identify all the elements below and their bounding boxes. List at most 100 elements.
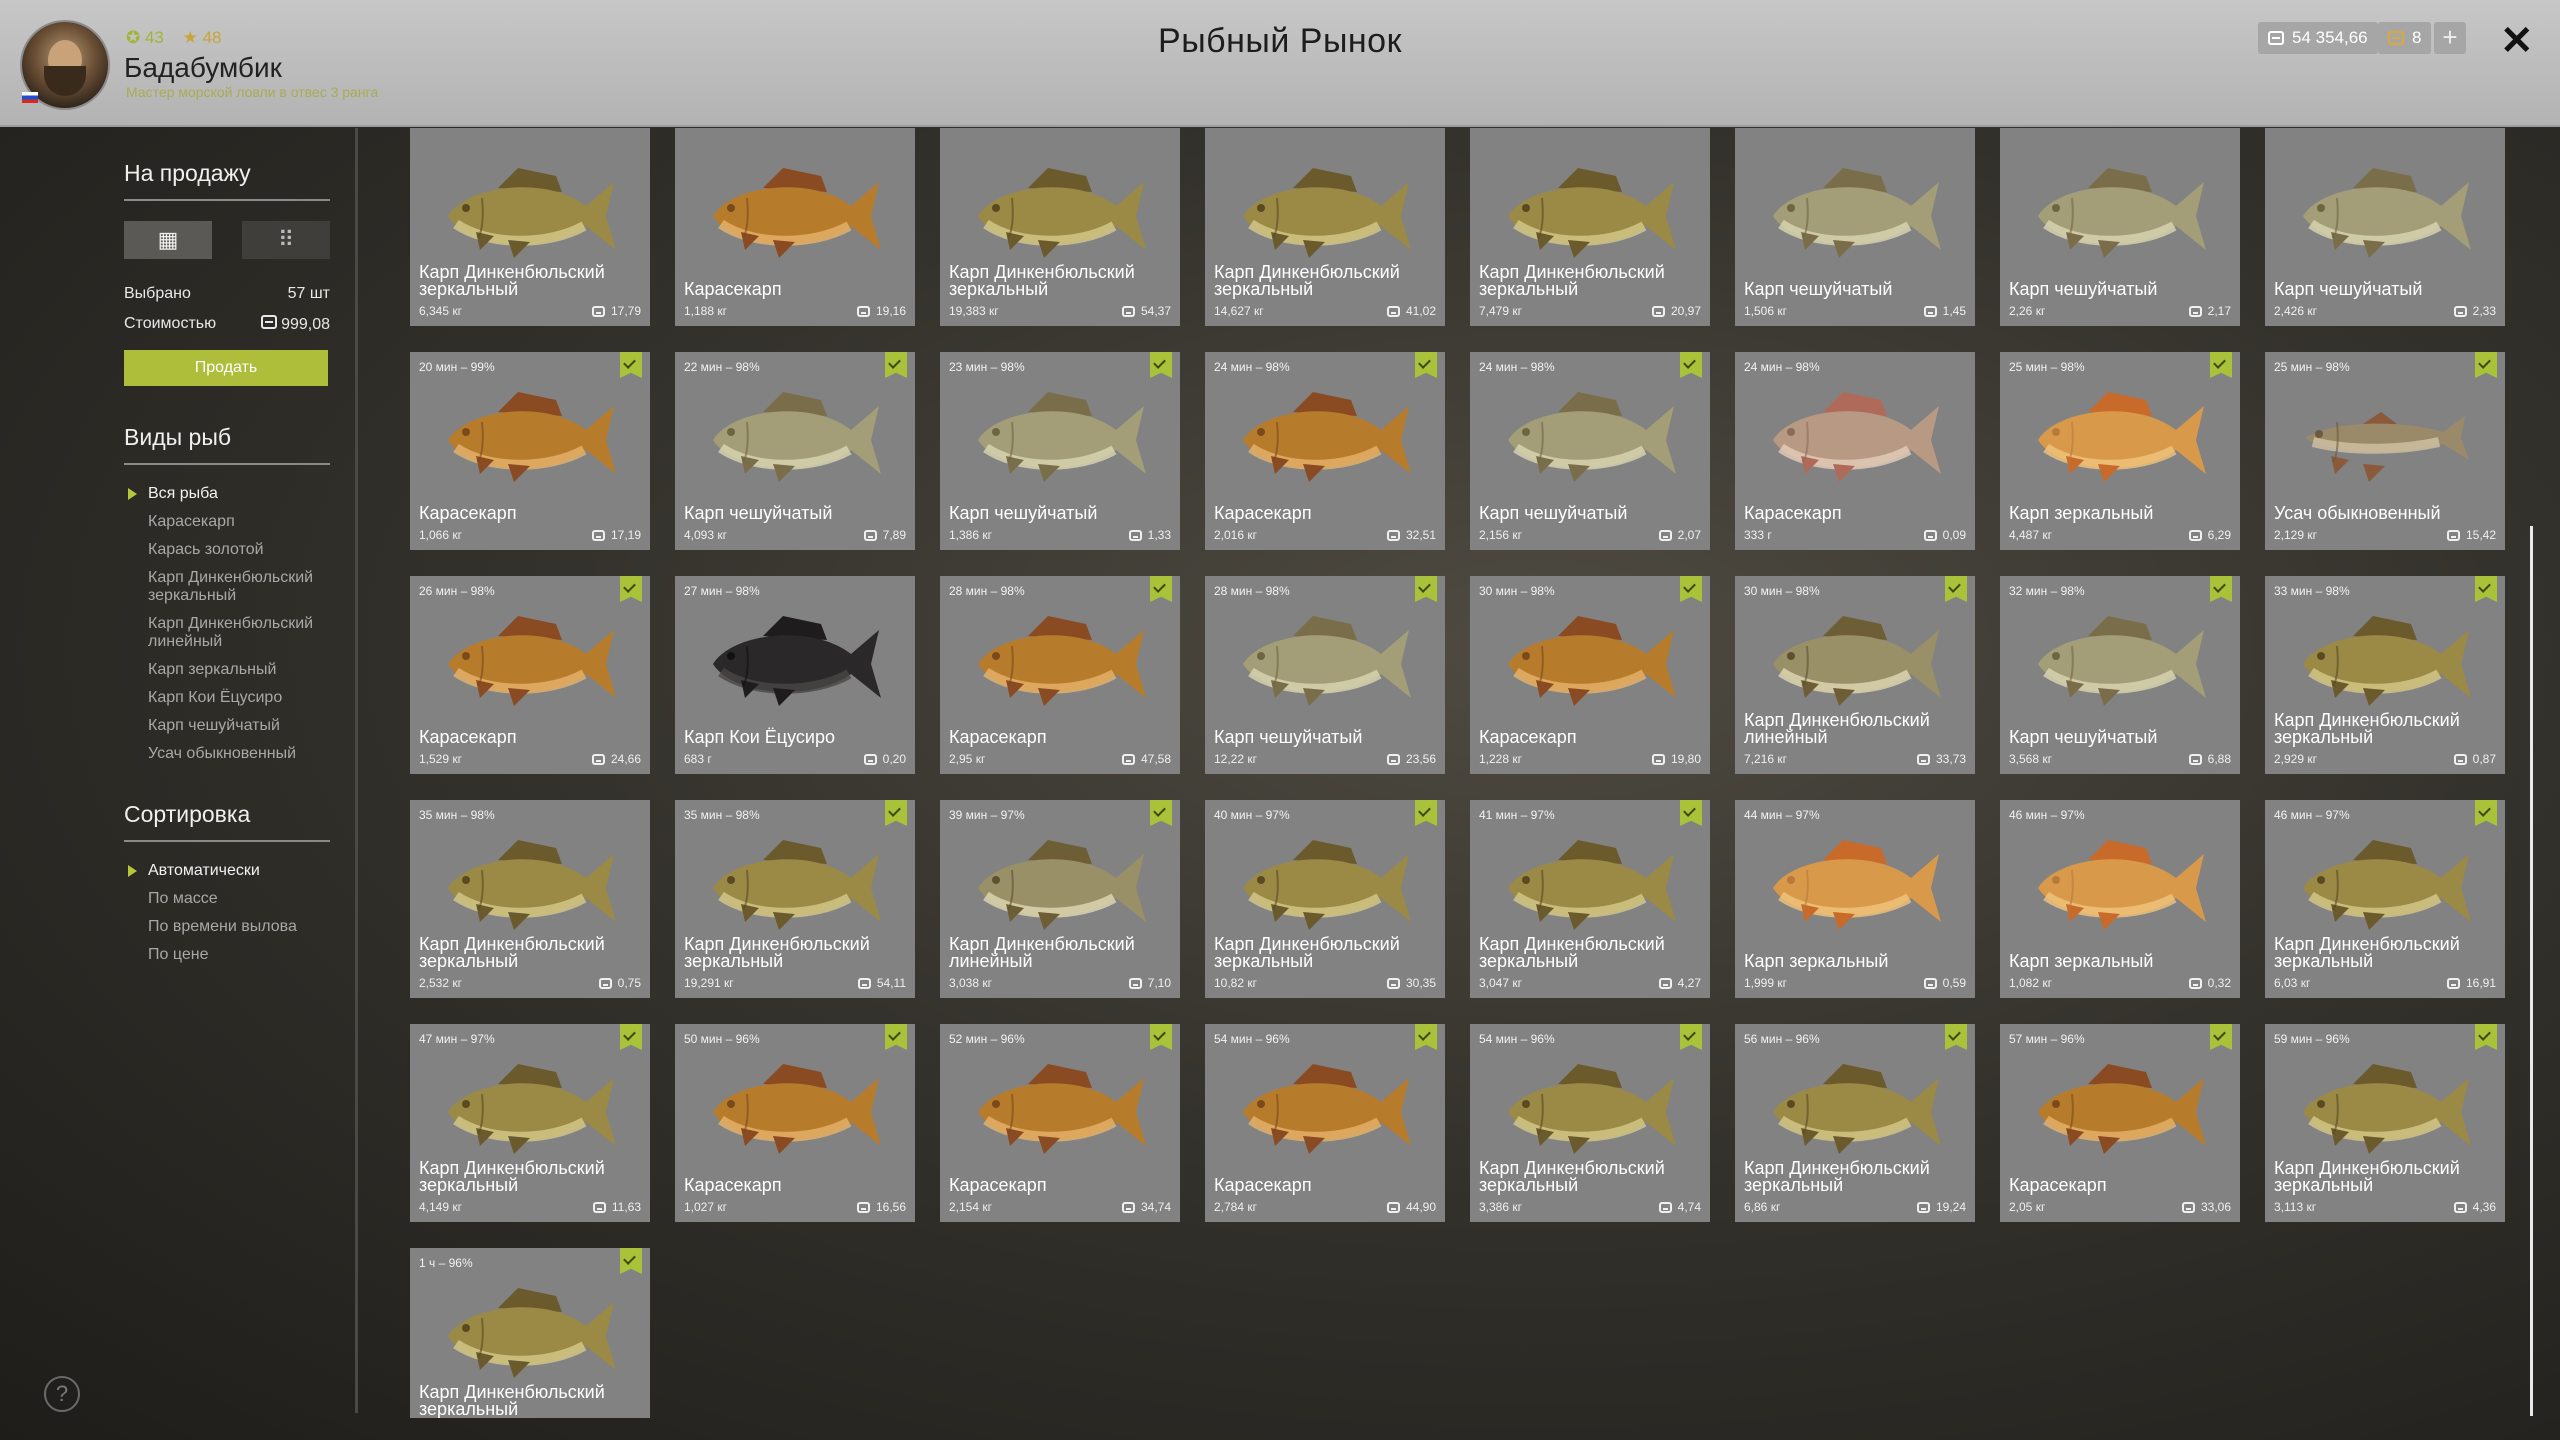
close-button[interactable]: ✕ (2500, 18, 2534, 64)
fish-price: 32,51 (1386, 528, 1436, 542)
sort-option[interactable]: По времени вылова (124, 918, 330, 936)
fish-card[interactable]: 24 мин – 98% Карасекарп 333 г 0,09 (1735, 352, 1975, 550)
fish-card[interactable]: Карп Динкенбюльский зеркальный 7,479 кг … (1470, 128, 1710, 326)
fish-card[interactable]: 33 мин – 98% Карп Динкенбюльский зеркаль… (2265, 576, 2505, 774)
fish-price: 2,07 (1658, 528, 1701, 542)
fish-card[interactable]: 40 мин – 97% Карп Динкенбюльский зеркаль… (1205, 800, 1445, 998)
fish-card[interactable]: 27 мин – 98% Карп Кои Ёцусиро 683 г 0,20 (675, 576, 915, 774)
fish-card[interactable]: 35 мин – 98% Карп Динкенбюльский зеркаль… (410, 800, 650, 998)
selected-check-icon[interactable] (2475, 352, 2497, 378)
fish-card[interactable]: 32 мин – 98% Карп чешуйчатый 3,568 кг 6,… (2000, 576, 2240, 774)
large-grid-view-button[interactable]: ▦ (124, 221, 212, 259)
selected-check-icon[interactable] (885, 352, 907, 378)
selected-check-icon[interactable] (1415, 1024, 1437, 1050)
selected-check-icon[interactable] (1680, 1024, 1702, 1050)
fish-card[interactable]: 20 мин – 99% Карасекарп 1,066 кг 17,19 (410, 352, 650, 550)
selected-check-icon[interactable] (885, 1024, 907, 1050)
fish-card[interactable]: 26 мин – 98% Карасекарп 1,529 кг 24,66 (410, 576, 650, 774)
fish-card[interactable]: Карп Динкенбюльский зеркальный 19,383 кг… (940, 128, 1180, 326)
selected-check-icon[interactable] (620, 352, 642, 378)
selected-check-icon[interactable] (1680, 352, 1702, 378)
selected-check-icon[interactable] (1945, 1024, 1967, 1050)
sort-option[interactable]: Автоматически (124, 862, 330, 880)
selected-check-icon[interactable] (2475, 1024, 2497, 1050)
fish-card[interactable]: 25 мин – 98% Карп зеркальный 4,487 кг 6,… (2000, 352, 2240, 550)
species-filter-item[interactable]: Карп Динкенбюльский зеркальный (124, 569, 330, 605)
fish-card[interactable]: 24 мин – 98% Карасекарп 2,016 кг 32,51 (1205, 352, 1445, 550)
fish-card[interactable]: 28 мин – 98% Карп чешуйчатый 12,22 кг 23… (1205, 576, 1445, 774)
selected-check-icon[interactable] (1150, 576, 1172, 602)
sort-option[interactable]: По цене (124, 946, 330, 964)
selected-check-icon[interactable] (1415, 352, 1437, 378)
gold-balance[interactable]: 8 (2378, 22, 2432, 54)
species-filter-item[interactable]: Карп Динкенбюльский линейный (124, 615, 330, 651)
fish-card[interactable]: 30 мин – 98% Карасекарп 1,228 кг 19,80 (1470, 576, 1710, 774)
fish-card[interactable]: 22 мин – 98% Карп чешуйчатый 4,093 кг 7,… (675, 352, 915, 550)
selected-check-icon[interactable] (885, 800, 907, 826)
silver-coin-icon (1386, 753, 1400, 765)
sell-button[interactable]: Продать (124, 350, 328, 386)
selected-check-icon[interactable] (620, 576, 642, 602)
species-filter-item[interactable]: Карп зеркальный (124, 661, 330, 679)
selected-check-icon[interactable] (1680, 576, 1702, 602)
fish-card[interactable]: 46 мин – 97% Карп зеркальный 1,082 кг 0,… (2000, 800, 2240, 998)
selected-check-icon[interactable] (2475, 800, 2497, 826)
selected-check-icon[interactable] (1150, 1024, 1172, 1050)
fish-card[interactable]: 25 мин – 98% Усач обыкновенный 2,129 кг … (2265, 352, 2505, 550)
silver-coin-icon (1121, 305, 1135, 317)
fish-card[interactable]: 50 мин – 96% Карасекарп 1,027 кг 16,56 (675, 1024, 915, 1222)
selected-check-icon[interactable] (2475, 576, 2497, 602)
fish-card[interactable]: Карп чешуйчатый 2,426 кг 2,33 (2265, 128, 2505, 326)
selected-check-icon[interactable] (1150, 352, 1172, 378)
species-filter-item[interactable]: Карп чешуйчатый (124, 717, 330, 735)
species-filter-item[interactable]: Карасекарп (124, 513, 330, 531)
fish-card[interactable]: 59 мин – 96% Карп Динкенбюльский зеркаль… (2265, 1024, 2505, 1222)
selected-check-icon[interactable] (2210, 576, 2232, 602)
silver-balance[interactable]: 54 354,66 (2258, 22, 2378, 54)
fish-card[interactable]: 28 мин – 98% Карасекарп 2,95 кг 47,58 (940, 576, 1180, 774)
fish-card[interactable]: 35 мин – 98% Карп Динкенбюльский зеркаль… (675, 800, 915, 998)
fish-weight: 2,929 кг (2274, 752, 2317, 766)
fish-card[interactable]: 57 мин – 96% Карасекарп 2,05 кг 33,06 (2000, 1024, 2240, 1222)
fish-card[interactable]: 54 мин – 96% Карасекарп 2,784 кг 44,90 (1205, 1024, 1445, 1222)
selected-check-icon[interactable] (1945, 576, 1967, 602)
fish-card[interactable]: 41 мин – 97% Карп Динкенбюльский зеркаль… (1470, 800, 1710, 998)
top-bar: ✪ 43 ★ 48 Бадабумбик Мастер морской ловл… (0, 0, 2560, 127)
fish-card[interactable]: 23 мин – 98% Карп чешуйчатый 1,386 кг 1,… (940, 352, 1180, 550)
species-filter-item[interactable]: Вся рыба (124, 485, 330, 503)
fish-card[interactable]: Карп чешуйчатый 2,26 кг 2,17 (2000, 128, 2240, 326)
scrollbar[interactable] (2530, 526, 2533, 1416)
selected-check-icon[interactable] (1150, 800, 1172, 826)
buy-gold-button[interactable]: + (2434, 22, 2466, 54)
species-filter-item[interactable]: Усач обыкновенный (124, 745, 330, 763)
small-grid-view-button[interactable]: ⠿ (242, 221, 330, 259)
fish-card[interactable]: Карасекарп 1,188 кг 19,16 (675, 128, 915, 326)
fish-price: 19,16 (856, 304, 906, 318)
fish-card[interactable]: 52 мин – 96% Карасекарп 2,154 кг 34,74 (940, 1024, 1180, 1222)
fish-card[interactable]: 54 мин – 96% Карп Динкенбюльский зеркаль… (1470, 1024, 1710, 1222)
help-icon[interactable]: ? (44, 1376, 80, 1412)
catch-time: 56 мин – 96% (1744, 1032, 1820, 1046)
selected-check-icon[interactable] (620, 1024, 642, 1050)
sort-option[interactable]: По массе (124, 890, 330, 908)
fish-card[interactable]: 39 мин – 97% Карп Динкенбюльский линейны… (940, 800, 1180, 998)
selected-check-icon[interactable] (1415, 576, 1437, 602)
fish-card[interactable]: 46 мин – 97% Карп Динкенбюльский зеркаль… (2265, 800, 2505, 998)
fish-card[interactable]: 30 мин – 98% Карп Динкенбюльский линейны… (1735, 576, 1975, 774)
fish-card[interactable]: Карп чешуйчатый 1,506 кг 1,45 (1735, 128, 1975, 326)
fish-card[interactable]: Карп Динкенбюльский зеркальный 6,345 кг … (410, 128, 650, 326)
selected-check-icon[interactable] (1415, 800, 1437, 826)
fish-card[interactable]: Карп Динкенбюльский зеркальный 14,627 кг… (1205, 128, 1445, 326)
fish-card[interactable]: 24 мин – 98% Карп чешуйчатый 2,156 кг 2,… (1470, 352, 1710, 550)
selected-check-icon[interactable] (2210, 352, 2232, 378)
fish-card[interactable]: 56 мин – 96% Карп Динкенбюльский зеркаль… (1735, 1024, 1975, 1222)
fish-card[interactable]: 47 мин – 97% Карп Динкенбюльский зеркаль… (410, 1024, 650, 1222)
fish-card[interactable]: 44 мин – 97% Карп зеркальный 1,999 кг 0,… (1735, 800, 1975, 998)
species-filter-item[interactable]: Карась золотой (124, 541, 330, 559)
species-filter-item[interactable]: Карп Кои Ёцусиро (124, 689, 330, 707)
fish-price: 15,42 (2446, 528, 2496, 542)
selected-check-icon[interactable] (620, 1248, 642, 1274)
selected-check-icon[interactable] (2210, 1024, 2232, 1050)
selected-check-icon[interactable] (1680, 800, 1702, 826)
fish-card[interactable]: 1 ч – 96% Карп Динкенбюльский зеркальный… (410, 1248, 650, 1418)
